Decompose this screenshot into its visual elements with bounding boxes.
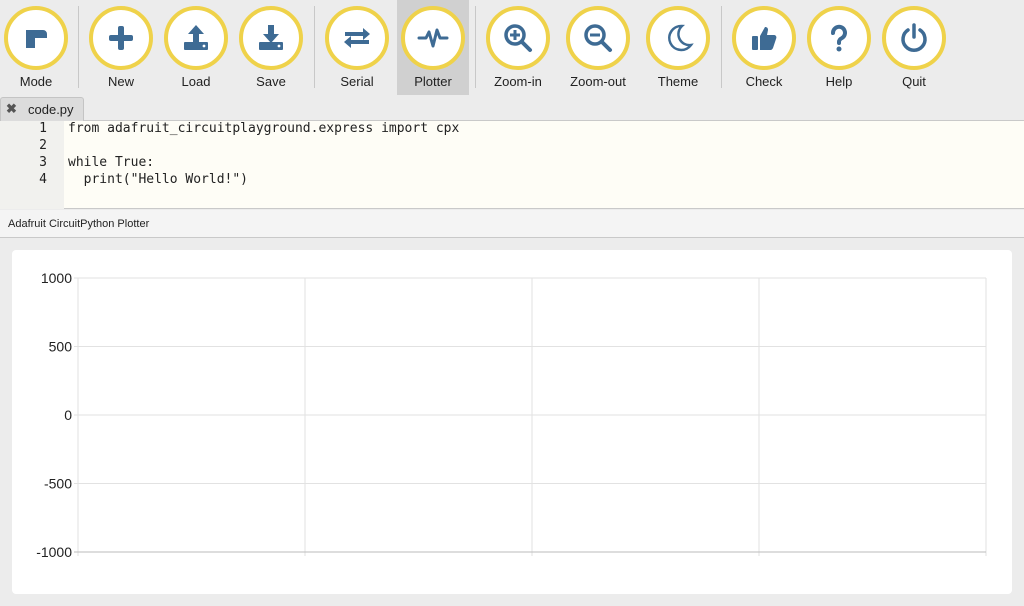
upload-icon xyxy=(164,6,228,70)
zoom-in-label: Zoom-in xyxy=(494,74,542,89)
swap-arrows-icon xyxy=(325,6,389,70)
help-button[interactable]: Help xyxy=(803,0,875,95)
save-label: Save xyxy=(256,74,286,89)
moon-icon xyxy=(646,6,710,70)
toolbar-divider xyxy=(314,6,315,88)
zoom-out-label: Zoom-out xyxy=(570,74,626,89)
plot-chart: 1000 500 0 -500 -1000 xyxy=(36,270,987,560)
close-icon[interactable]: ✖ xyxy=(6,101,17,117)
y-axis-tick-label: -1000 xyxy=(36,544,72,560)
check-label: Check xyxy=(745,74,783,89)
power-icon xyxy=(882,6,946,70)
toolbar-divider xyxy=(721,6,722,88)
load-label: Load xyxy=(181,74,211,89)
zoom-out-icon xyxy=(566,6,630,70)
line-number: 1 xyxy=(39,121,47,136)
theme-label: Theme xyxy=(657,74,699,89)
zoom-in-button[interactable]: Zoom-in xyxy=(482,0,554,95)
serial-label: Serial xyxy=(340,74,374,89)
y-axis-tick-label: 1000 xyxy=(41,270,72,286)
tab-filename: code.py xyxy=(28,102,74,117)
plotter-pane: 1000 500 0 -500 -1000 xyxy=(0,238,1024,606)
plotter-pane-header: Adafruit CircuitPython Plotter xyxy=(0,210,1024,238)
plotter-label: Plotter xyxy=(414,74,452,89)
code-text: from adafruit_circuitplayground.express … xyxy=(68,121,460,136)
pulse-icon xyxy=(401,6,465,70)
quit-label: Quit xyxy=(902,74,926,89)
thumbs-up-icon xyxy=(732,6,796,70)
toolbar-divider xyxy=(475,6,476,88)
mode-icon xyxy=(4,6,68,70)
zoom-out-button[interactable]: Zoom-out xyxy=(562,0,634,95)
save-button[interactable]: Save xyxy=(235,0,307,95)
plot-card: 1000 500 0 -500 -1000 xyxy=(12,250,1012,594)
line-number: 2 xyxy=(39,138,47,153)
line-number: 3 xyxy=(39,155,47,170)
toolbar: Mode New Load Save Serial Plotter Zoom-i… xyxy=(0,0,1024,95)
mode-label: Mode xyxy=(19,74,53,89)
plus-icon xyxy=(89,6,153,70)
load-button[interactable]: Load xyxy=(160,0,232,95)
code-text: while True: xyxy=(68,155,155,170)
serial-button[interactable]: Serial xyxy=(321,0,393,95)
y-axis-tick-label: 0 xyxy=(64,407,72,423)
theme-button[interactable]: Theme xyxy=(642,0,714,95)
code-editor[interactable]: 1 from adafruit_circuitplayground.expres… xyxy=(0,121,1024,209)
plotter-title: Adafruit CircuitPython Plotter xyxy=(8,218,150,230)
y-axis-tick-label: 500 xyxy=(49,339,73,355)
y-axis-tick-label: -500 xyxy=(44,476,72,492)
mode-button[interactable]: Mode xyxy=(0,0,72,95)
check-button[interactable]: Check xyxy=(728,0,800,95)
question-icon xyxy=(807,6,871,70)
zoom-in-icon xyxy=(486,6,550,70)
tab-code-py[interactable]: ✖ code.py xyxy=(0,97,84,121)
toolbar-divider xyxy=(78,6,79,88)
new-label: New xyxy=(107,74,134,89)
quit-button[interactable]: Quit xyxy=(878,0,950,95)
code-text: print("Hello World!") xyxy=(68,172,249,187)
plotter-button[interactable]: Plotter xyxy=(397,0,469,95)
download-icon xyxy=(239,6,303,70)
help-label: Help xyxy=(825,74,853,89)
new-button[interactable]: New xyxy=(85,0,157,95)
tab-bar: ✖ code.py xyxy=(0,95,1024,121)
line-number: 4 xyxy=(39,172,47,187)
